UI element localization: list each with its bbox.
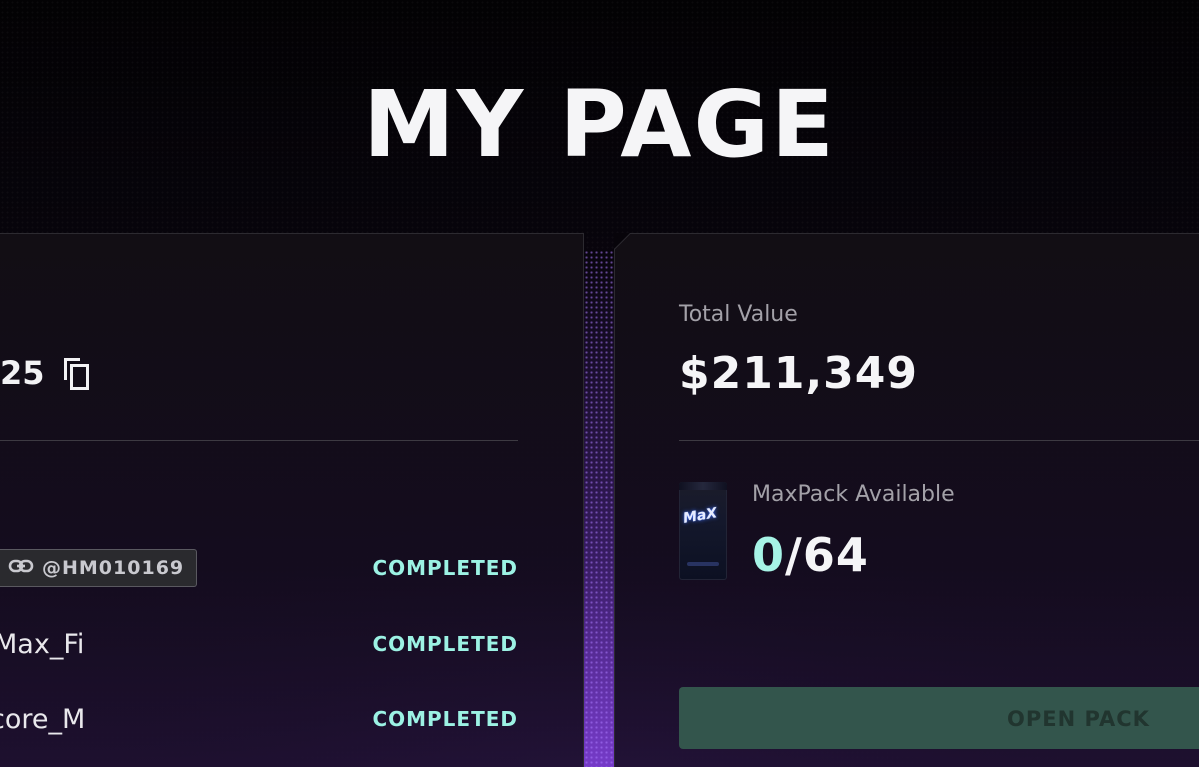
total-value-label: Total Value [679, 302, 798, 327]
task-row: core_M COMPLETED [0, 699, 518, 739]
user-id-value: 25 [0, 354, 45, 392]
task-row: @HM010169 COMPLETED [0, 548, 518, 588]
total-value: $211,349 [679, 348, 919, 399]
maxpack-total-number: /64 [785, 528, 869, 582]
maxpack-available-number: 0 [752, 528, 786, 582]
task-status: COMPLETED [372, 707, 518, 731]
link-icon [8, 558, 34, 579]
page-title: MY PAGE [363, 71, 836, 178]
referral-code-text: @HM010169 [42, 557, 185, 579]
pack-foot-mark [687, 562, 719, 566]
user-id-row: 25 [0, 353, 91, 393]
task-name: core_M [0, 703, 86, 735]
pack-top-strip [679, 482, 727, 490]
copy-icon[interactable] [61, 356, 91, 390]
task-name: Max_Fi [0, 628, 85, 660]
referral-code-chip[interactable]: @HM010169 [0, 549, 198, 587]
maxpack-available-label: MaxPack Available [752, 482, 955, 507]
center-glow-strip [584, 250, 614, 767]
open-pack-button[interactable]: OPEN PACK [679, 687, 1199, 749]
open-pack-button-label: OPEN PACK [1007, 707, 1150, 731]
right-divider [679, 440, 1199, 441]
pack-logo: MaX [681, 505, 719, 527]
profile-panel [0, 233, 584, 767]
maxpack-count: 0/64 [752, 528, 869, 582]
task-status: COMPLETED [372, 632, 518, 656]
left-divider [0, 440, 518, 441]
task-status: COMPLETED [372, 556, 518, 580]
maxpack-image: MaX [679, 482, 727, 580]
task-row: Max_Fi COMPLETED [0, 624, 518, 664]
